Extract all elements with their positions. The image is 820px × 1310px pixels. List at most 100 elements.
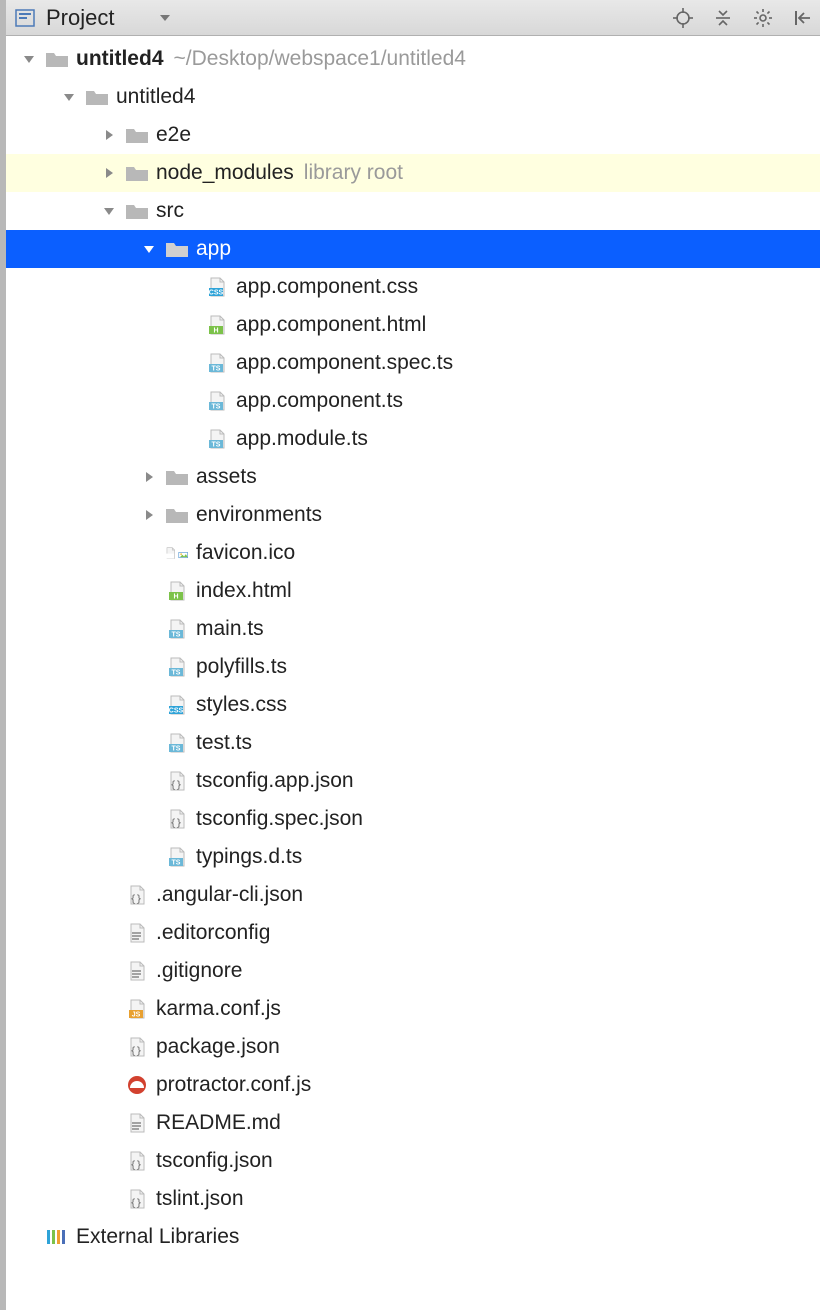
tree-item-label: app.component.spec.ts — [236, 351, 453, 375]
svg-text:TS: TS — [212, 442, 221, 449]
tree-item-label: tsconfig.json — [156, 1149, 273, 1173]
tree-item-label: environments — [196, 503, 322, 527]
text-icon — [124, 922, 150, 944]
folder-icon — [84, 86, 110, 108]
svg-text:CSS: CSS — [209, 290, 224, 297]
json-icon: {} — [124, 1188, 150, 1210]
tree-item-label: main.ts — [196, 617, 264, 641]
tree-item-label: app.component.ts — [236, 389, 403, 413]
tree-row[interactable]: README.md — [6, 1104, 820, 1142]
tree-row[interactable]: untitled4 — [6, 78, 820, 116]
tree-item-label: tslint.json — [156, 1187, 244, 1211]
chevron-right-icon[interactable] — [140, 468, 158, 486]
tree-row[interactable]: TS app.module.ts — [6, 420, 820, 458]
tree-row[interactable]: {} tsconfig.app.json — [6, 762, 820, 800]
project-view-icon — [12, 7, 38, 29]
tree-item-label: .editorconfig — [156, 921, 270, 945]
svg-text:{}: {} — [130, 894, 142, 905]
json-icon: {} — [124, 1150, 150, 1172]
tree-row[interactable]: TS app.component.ts — [6, 382, 820, 420]
svg-text:H: H — [213, 328, 218, 335]
view-selector[interactable]: Project — [46, 5, 176, 31]
tree-item-label: app — [196, 237, 231, 261]
folder-icon — [124, 200, 150, 222]
chevron-down-icon — [154, 7, 176, 29]
tree-row[interactable]: protractor.conf.js — [6, 1066, 820, 1104]
tree-item-label: app.component.html — [236, 313, 426, 337]
text-icon — [124, 1112, 150, 1134]
tree-row[interactable]: {}tsconfig.spec.json — [6, 800, 820, 838]
tree-row[interactable]: {} tsconfig.json — [6, 1142, 820, 1180]
svg-text:TS: TS — [172, 746, 181, 753]
tree-item-label: typings.d.ts — [196, 845, 302, 869]
tree-row[interactable]: Hindex.html — [6, 572, 820, 610]
tree-item-label: README.md — [156, 1111, 281, 1135]
protractor-icon — [124, 1074, 150, 1096]
svg-text:{}: {} — [170, 818, 182, 829]
tree-row[interactable]: External Libraries — [6, 1218, 820, 1256]
tree-row[interactable]: TSpolyfills.ts — [6, 648, 820, 686]
folder-icon — [124, 162, 150, 184]
tree-row[interactable]: TSmain.ts — [6, 610, 820, 648]
tree-row[interactable]: untitled4~/Desktop/webspace1/untitled4 — [6, 40, 820, 78]
tree-row[interactable]: .editorconfig — [6, 914, 820, 952]
libs-icon — [44, 1226, 70, 1248]
ts-icon: TS — [204, 390, 230, 412]
tree-row[interactable]: TSapp.component.spec.ts — [6, 344, 820, 382]
chevron-right-icon[interactable] — [100, 126, 118, 144]
tree-item-label: app.module.ts — [236, 427, 368, 451]
chevron-right-icon[interactable] — [100, 164, 118, 182]
css-icon: CSS — [164, 694, 190, 716]
tree-item-hint: ~/Desktop/webspace1/untitled4 — [174, 47, 466, 71]
chevron-down-icon[interactable] — [20, 50, 38, 68]
gear-icon[interactable] — [752, 7, 774, 29]
collapse-all-icon[interactable] — [712, 7, 734, 29]
tree-row[interactable]: favicon.ico — [6, 534, 820, 572]
chevron-right-icon[interactable] — [140, 506, 158, 524]
tree-item-label: styles.css — [196, 693, 287, 717]
tree-item-label: tsconfig.app.json — [196, 769, 354, 793]
tree-item-label: favicon.ico — [196, 541, 295, 565]
tree-row[interactable]: JSkarma.conf.js — [6, 990, 820, 1028]
chevron-down-icon[interactable] — [60, 88, 78, 106]
tree-row[interactable]: app — [6, 230, 820, 268]
ts-icon: TS — [164, 656, 190, 678]
tree-row[interactable]: Happ.component.html — [6, 306, 820, 344]
tree-row[interactable]: CSSapp.component.css — [6, 268, 820, 306]
tree-item-label: protractor.conf.js — [156, 1073, 311, 1097]
view-label: Project — [46, 5, 114, 31]
ts-icon: TS — [164, 732, 190, 754]
tree-row[interactable]: .gitignore — [6, 952, 820, 990]
hide-icon[interactable] — [792, 7, 814, 29]
tree-row[interactable]: {} tslint.json — [6, 1180, 820, 1218]
tree-row[interactable]: node_moduleslibrary root — [6, 154, 820, 192]
tree-row[interactable]: TStypings.d.ts — [6, 838, 820, 876]
tree-row[interactable]: TStest.ts — [6, 724, 820, 762]
json-icon: {} — [164, 770, 190, 792]
tree-item-label: .gitignore — [156, 959, 242, 983]
tree-item-label: node_modules — [156, 161, 294, 185]
tree-row[interactable]: src — [6, 192, 820, 230]
tree-item-label: .angular-cli.json — [156, 883, 303, 907]
html-icon: H — [164, 580, 190, 602]
tree-item-label: index.html — [196, 579, 292, 603]
target-icon[interactable] — [672, 7, 694, 29]
tree-row[interactable]: assets — [6, 458, 820, 496]
tree-item-label: src — [156, 199, 184, 223]
svg-text:TS: TS — [212, 404, 221, 411]
tree-row[interactable]: e2e — [6, 116, 820, 154]
tree-row[interactable]: CSS styles.css — [6, 686, 820, 724]
folder-icon — [44, 48, 70, 70]
tree-item-label: karma.conf.js — [156, 997, 281, 1021]
tree-row[interactable]: environments — [6, 496, 820, 534]
chevron-down-icon[interactable] — [100, 202, 118, 220]
json-icon: {} — [124, 1036, 150, 1058]
chevron-down-icon[interactable] — [140, 240, 158, 258]
text-icon — [124, 960, 150, 982]
svg-text:CSS: CSS — [169, 708, 184, 715]
tree-row[interactable]: {}package.json — [6, 1028, 820, 1066]
svg-text:{}: {} — [170, 780, 182, 791]
tree-row[interactable]: {} .angular-cli.json — [6, 876, 820, 914]
svg-text:TS: TS — [172, 670, 181, 677]
tree-item-label: assets — [196, 465, 257, 489]
